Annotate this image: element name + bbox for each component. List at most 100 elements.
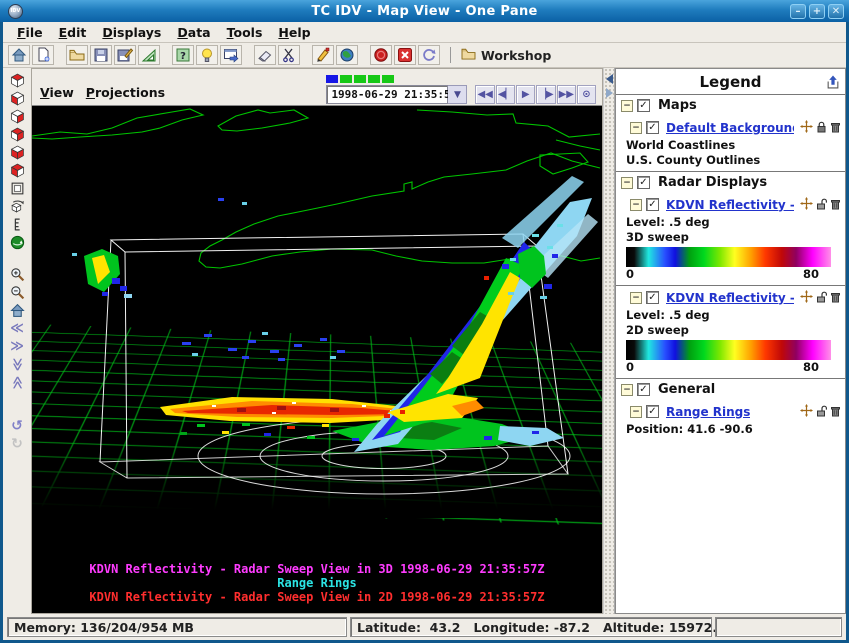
- view-flat-2d-button[interactable]: [6, 179, 28, 197]
- collapse-toggle-icon[interactable]: −: [630, 122, 642, 134]
- display-window-button[interactable]: [220, 45, 242, 65]
- kdvn-reflectivity-2d-link[interactable]: KDVN Reflectivity - Radar _: [666, 291, 794, 305]
- rotate-view-button[interactable]: [6, 197, 28, 215]
- new-bundle-button[interactable]: [32, 45, 54, 65]
- stop-loads-button[interactable]: [370, 45, 392, 65]
- vertical-scale-button[interactable]: [6, 215, 28, 233]
- legend-splitter[interactable]: [603, 68, 615, 614]
- eraser-button[interactable]: [254, 45, 276, 65]
- globe-button[interactable]: [336, 45, 358, 65]
- time-step-indicator[interactable]: [354, 75, 366, 83]
- view-top-cube-button[interactable]: [6, 71, 28, 89]
- maps-visibility-checkbox[interactable]: ✓: [637, 99, 650, 112]
- collapse-toggle-icon[interactable]: −: [630, 292, 642, 304]
- cut-button[interactable]: [278, 45, 300, 65]
- close-button[interactable]: ✕: [828, 4, 844, 19]
- move-display-icon[interactable]: [800, 118, 813, 137]
- view-east-cube-button[interactable]: [6, 125, 28, 143]
- lock-icon[interactable]: [816, 118, 827, 137]
- menu-tools[interactable]: Tools: [219, 23, 271, 42]
- legend-entry-radar-3d: − ✓ KDVN Reflectivity - Radar _ Level: .…: [616, 193, 845, 285]
- entry-visibility-checkbox[interactable]: ✓: [646, 121, 659, 134]
- pan-down-button[interactable]: ≪: [6, 373, 28, 391]
- remove-display-trash-icon[interactable]: [830, 195, 841, 214]
- time-select[interactable]: 1998-06-29 21:35:57Z: [326, 85, 448, 104]
- menu-data[interactable]: Data: [169, 23, 218, 42]
- kdvn-reflectivity-3d-link[interactable]: KDVN Reflectivity - Radar _: [666, 198, 794, 212]
- entry-visibility-checkbox[interactable]: ✓: [646, 405, 659, 418]
- general-visibility-checkbox[interactable]: ✓: [637, 383, 650, 396]
- anim-play-button[interactable]: ▶: [516, 85, 535, 104]
- home-view-button[interactable]: [6, 301, 28, 319]
- collapse-left-icon[interactable]: [606, 74, 613, 84]
- zoom-in-button[interactable]: [6, 265, 28, 283]
- entry-visibility-checkbox[interactable]: ✓: [646, 198, 659, 211]
- redo-button[interactable]: ↻: [6, 435, 28, 453]
- menu-help[interactable]: Help: [270, 23, 318, 42]
- move-display-icon[interactable]: [800, 402, 813, 421]
- save-bundle-as-button[interactable]: [114, 45, 136, 65]
- reload-button[interactable]: [418, 45, 440, 65]
- unlock-icon[interactable]: [816, 195, 827, 214]
- workshop-folder-icon[interactable]: [461, 47, 476, 63]
- move-display-icon[interactable]: [800, 288, 813, 307]
- time-step-indicator[interactable]: [340, 75, 352, 83]
- minimize-button[interactable]: –: [790, 4, 806, 19]
- time-step-indicator[interactable]: [326, 75, 338, 83]
- menu-edit[interactable]: Edit: [51, 23, 95, 42]
- anim-fast-forward-button[interactable]: ▶▶: [557, 85, 576, 104]
- collapse-toggle-icon[interactable]: −: [630, 199, 642, 211]
- menu-displays[interactable]: Displays: [94, 23, 169, 42]
- menu-view[interactable]: View: [38, 83, 84, 104]
- menu-file[interactable]: File: [9, 23, 51, 42]
- open-bundle-button[interactable]: [66, 45, 88, 65]
- remove-display-trash-icon[interactable]: [830, 288, 841, 307]
- zoom-out-button[interactable]: [6, 283, 28, 301]
- remove-display-trash-icon[interactable]: [830, 118, 841, 137]
- collapse-toggle-icon[interactable]: −: [621, 177, 633, 189]
- workshop-label[interactable]: Workshop: [481, 48, 551, 63]
- time-step-indicator[interactable]: [382, 75, 394, 83]
- pan-up-button[interactable]: ≫: [6, 355, 28, 373]
- map-3d-canvas[interactable]: KDVN Reflectivity - Radar Sweep View in …: [32, 105, 602, 613]
- view-west-cube-button[interactable]: [6, 161, 28, 179]
- field-selector-button[interactable]: [196, 45, 218, 65]
- pan-right-button[interactable]: ≫: [6, 337, 28, 355]
- menu-projections[interactable]: Projections: [84, 83, 175, 104]
- time-dropdown-arrow-icon[interactable]: ▼: [448, 85, 467, 104]
- legend-float-icon[interactable]: [826, 74, 840, 93]
- undo-button[interactable]: ↺: [6, 417, 28, 435]
- view-bottom-cube-button[interactable]: [6, 89, 28, 107]
- globe-projection-button[interactable]: [6, 233, 28, 251]
- maximize-button[interactable]: +: [809, 4, 825, 19]
- pan-left-button[interactable]: ≪: [6, 319, 28, 337]
- menu-bar: File Edit Displays Data Tools Help: [3, 22, 846, 43]
- anim-properties-button[interactable]: ⊙: [577, 85, 596, 104]
- save-bundle-button[interactable]: [90, 45, 112, 65]
- time-step-indicator[interactable]: [368, 75, 380, 83]
- view-south-cube-button[interactable]: [6, 143, 28, 161]
- remove-displays-button[interactable]: [394, 45, 416, 65]
- draw-button[interactable]: [312, 45, 334, 65]
- collapse-toggle-icon[interactable]: −: [621, 100, 633, 112]
- entry-visibility-checkbox[interactable]: ✓: [646, 291, 659, 304]
- reflectivity-colorbar[interactable]: [626, 247, 831, 267]
- reflectivity-colorbar[interactable]: [626, 340, 831, 360]
- range-rings-link[interactable]: Range Rings: [666, 405, 750, 419]
- anim-step-forward-button[interactable]: ▕▶: [536, 85, 555, 104]
- move-display-icon[interactable]: [800, 195, 813, 214]
- collapse-right-icon[interactable]: [606, 88, 613, 98]
- collapse-toggle-icon[interactable]: −: [630, 406, 642, 418]
- remove-display-trash-icon[interactable]: [830, 402, 841, 421]
- dashboard-button[interactable]: [8, 45, 30, 65]
- default-layout-button[interactable]: [138, 45, 160, 65]
- radar-visibility-checkbox[interactable]: ✓: [637, 176, 650, 189]
- anim-rewind-button[interactable]: ◀◀: [475, 85, 494, 104]
- default-background-maps-link[interactable]: Default Background Maps: [666, 121, 794, 135]
- collapse-toggle-icon[interactable]: −: [621, 384, 633, 396]
- view-north-cube-button[interactable]: [6, 107, 28, 125]
- anim-step-back-button[interactable]: ◀▏: [496, 85, 515, 104]
- data-chooser-button[interactable]: ?: [172, 45, 194, 65]
- unlock-icon[interactable]: [816, 288, 827, 307]
- unlock-icon[interactable]: [816, 402, 827, 421]
